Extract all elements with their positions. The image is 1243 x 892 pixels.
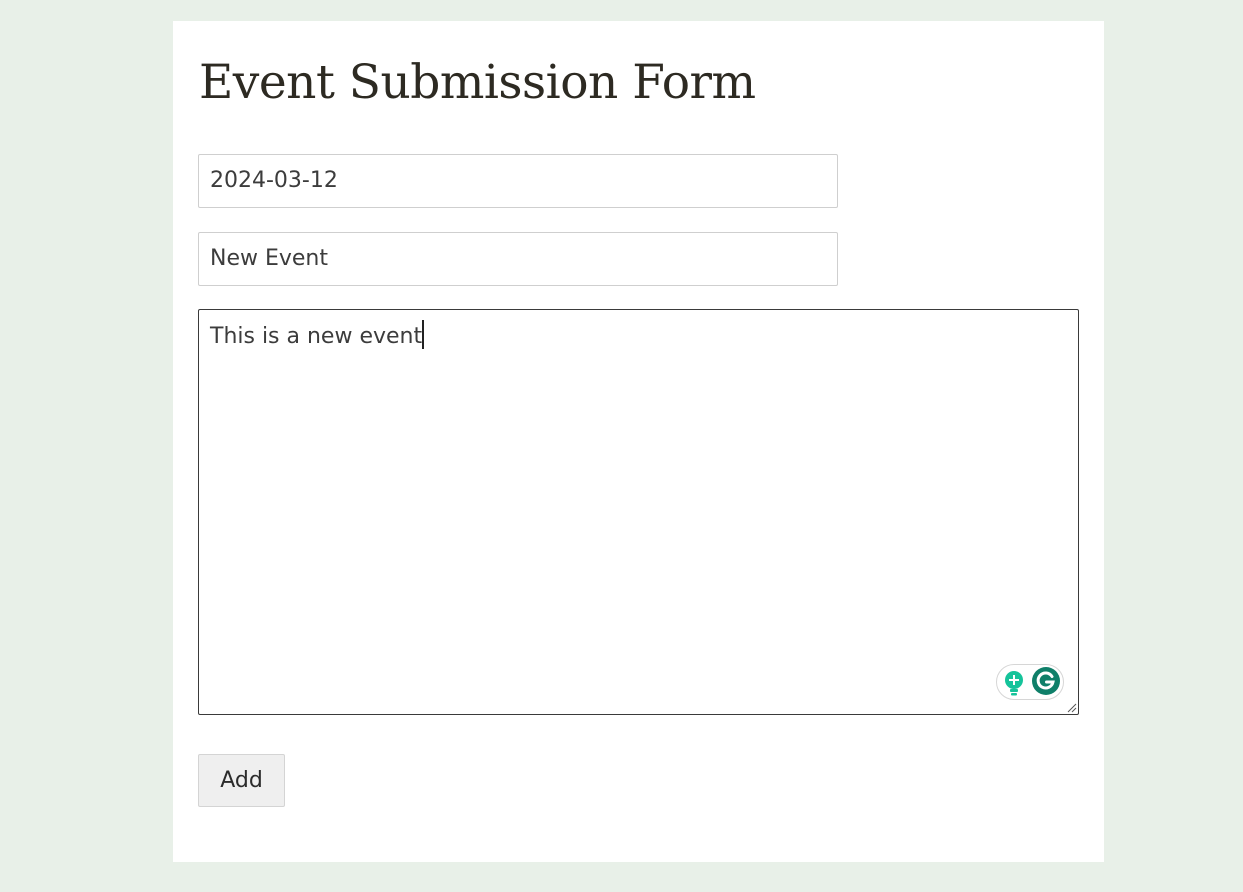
form-card: Event Submission Form 2024-03-12 New Eve… xyxy=(173,21,1104,862)
event-name-input[interactable]: New Event xyxy=(198,232,838,286)
grammarly-icon[interactable] xyxy=(1031,666,1061,696)
date-input-value: 2024-03-12 xyxy=(210,168,338,193)
event-name-input-value: New Event xyxy=(210,246,329,271)
description-textarea[interactable]: This is a new event xyxy=(198,309,1079,715)
resize-handle-icon[interactable] xyxy=(1065,701,1077,713)
page-title: Event Submission Form xyxy=(199,55,756,110)
text-caret xyxy=(422,320,425,349)
add-button[interactable]: Add xyxy=(198,754,285,807)
date-input[interactable]: 2024-03-12 xyxy=(198,154,838,208)
description-textarea-value: This is a new event xyxy=(210,324,423,349)
lightbulb-icon[interactable] xyxy=(1003,670,1025,696)
grammarly-widget[interactable] xyxy=(996,664,1064,700)
